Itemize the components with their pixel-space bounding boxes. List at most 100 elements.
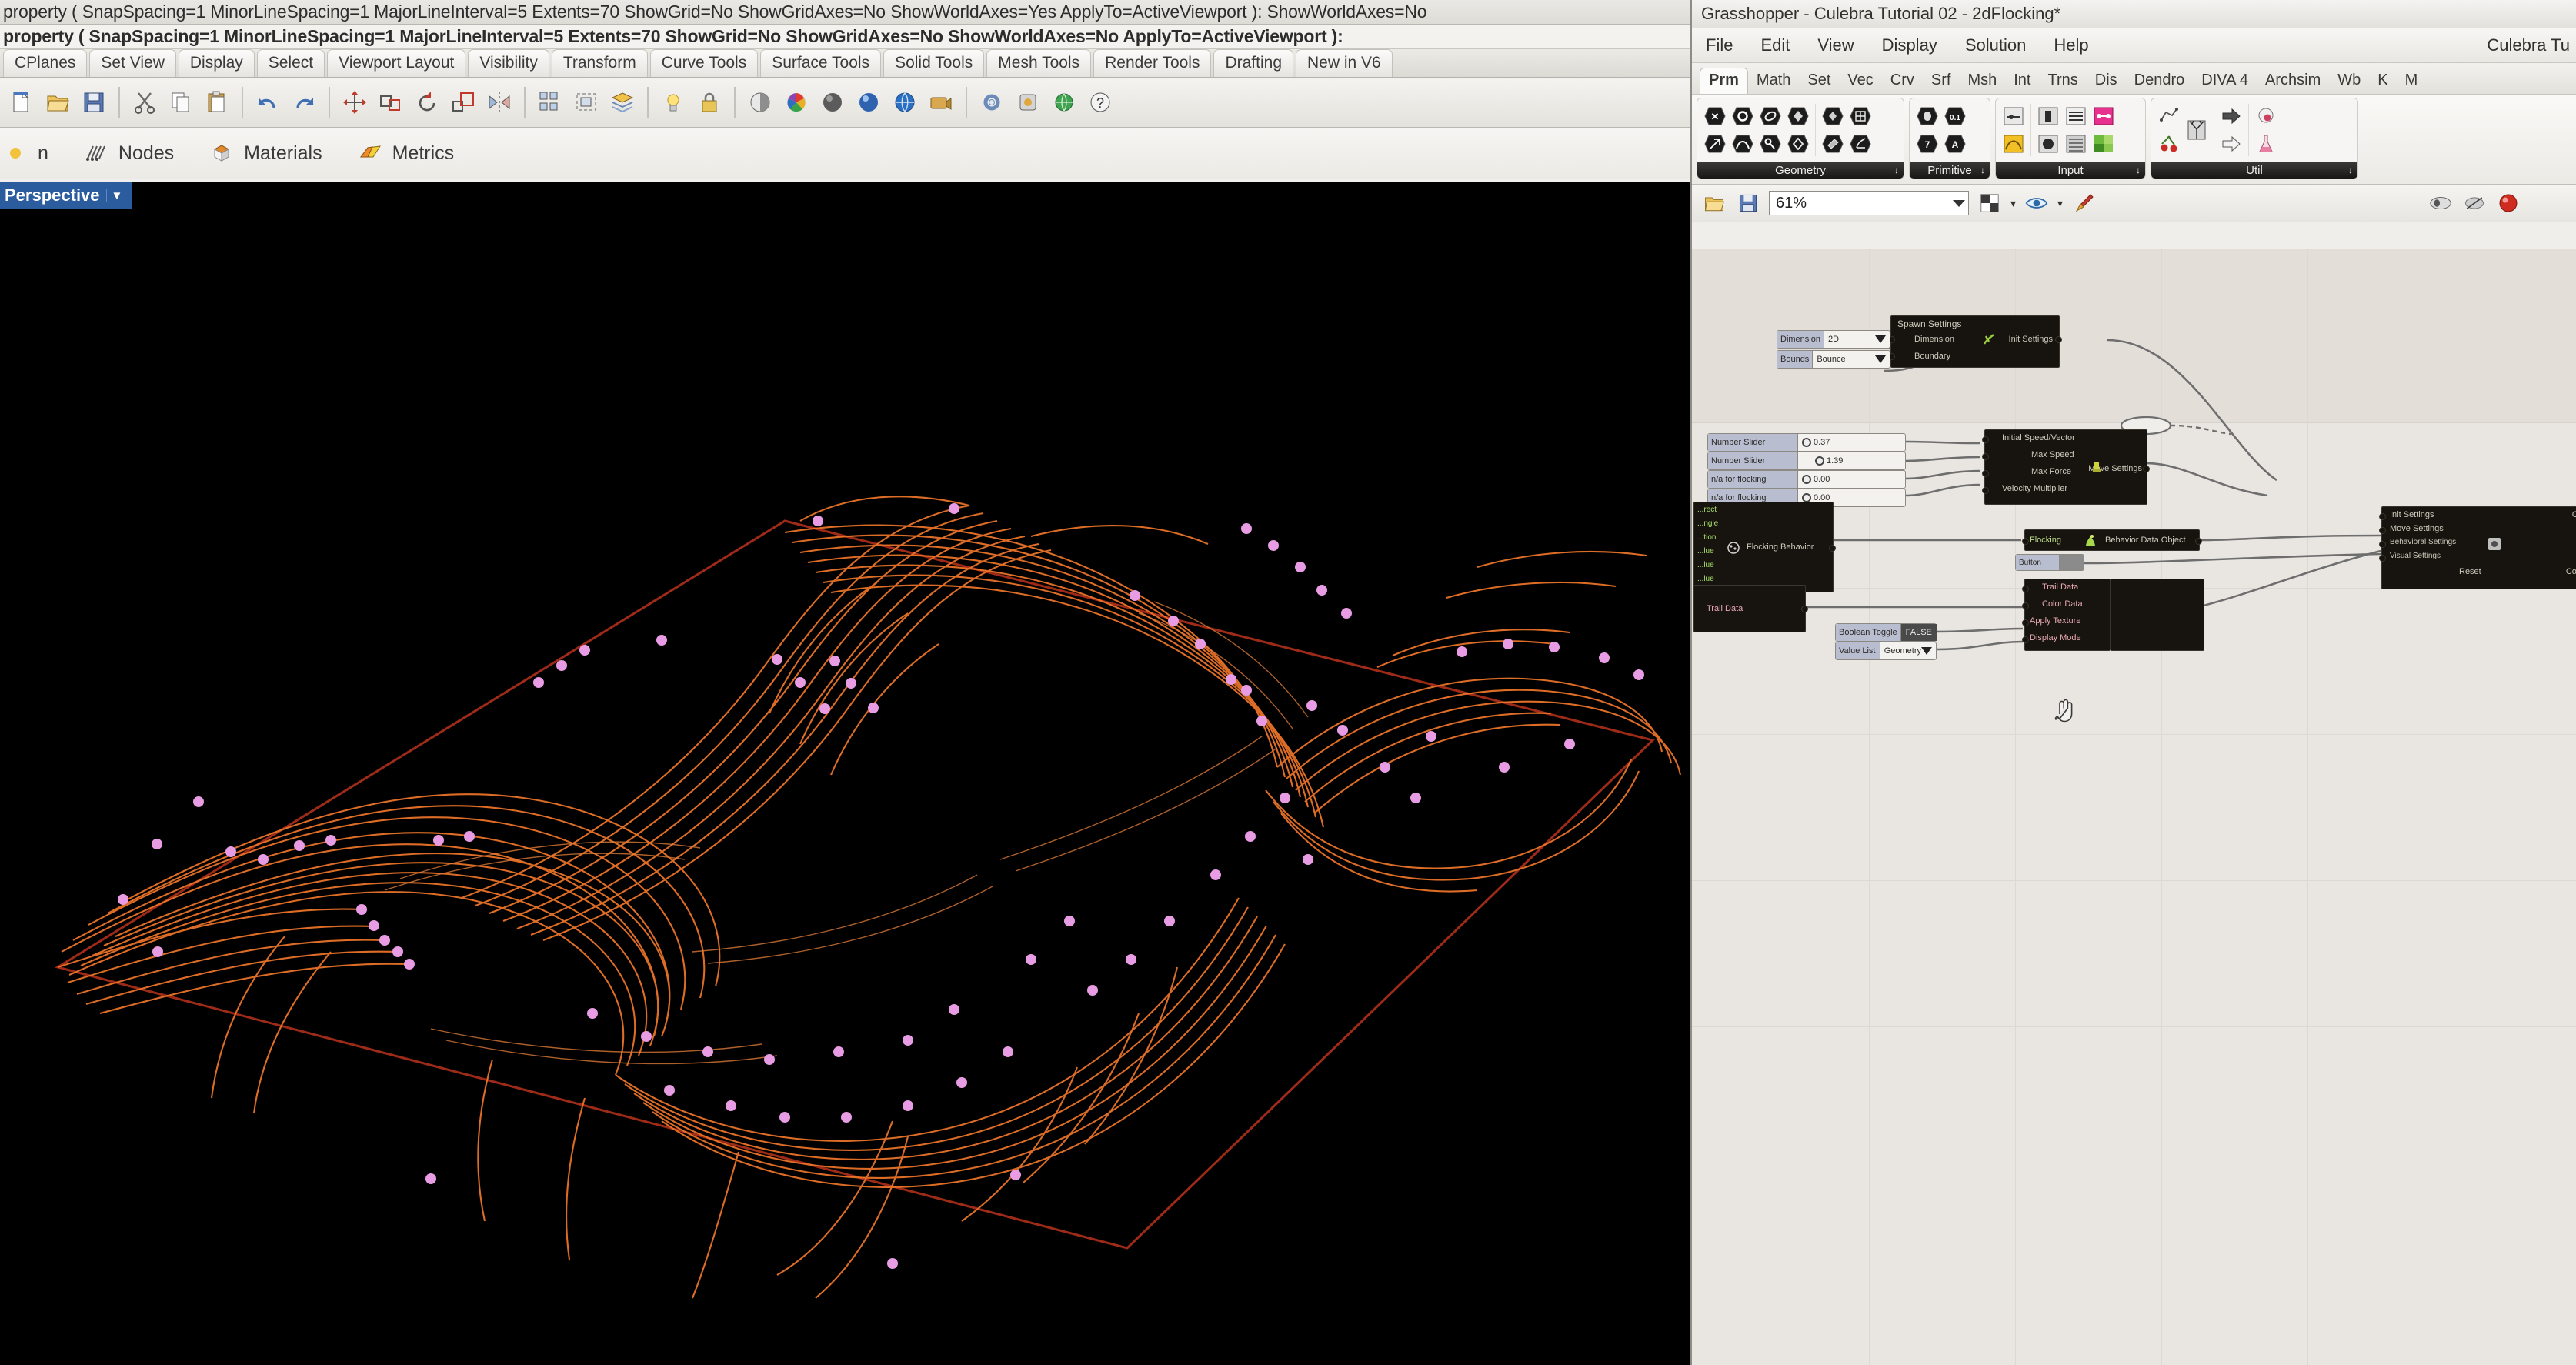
node-input-apply-texture[interactable]: Apply Texture (2030, 616, 2080, 626)
param-bounds-valuelist[interactable]: Bounds Bounce (1777, 350, 1890, 369)
input-port[interactable] (2379, 555, 2386, 562)
cluster-icon[interactable] (2156, 103, 2182, 129)
node-input-reset[interactable]: Reset (2459, 567, 2481, 576)
web-icon[interactable] (1047, 85, 1081, 119)
menu-view[interactable]: View (1817, 35, 1854, 55)
chevron-down-icon[interactable] (1921, 647, 1932, 655)
rotate-icon[interactable] (410, 85, 444, 119)
chevron-down-icon[interactable] (1953, 199, 1965, 207)
input-port[interactable] (2379, 541, 2386, 548)
ribbon-tab-crv[interactable]: Crv (1882, 68, 1923, 94)
param-boolean-toggle[interactable]: Boolean Toggle FALSE (1835, 623, 1937, 642)
param-slider-max-force[interactable]: Number Slider 1.39 (1707, 452, 1906, 470)
output-port[interactable] (2055, 336, 2062, 343)
plugin-icon[interactable] (1011, 85, 1045, 119)
primitive-number-icon[interactable]: 0.1 (1942, 103, 1968, 129)
light-icon[interactable] (656, 85, 690, 119)
geometry-param-subd-icon[interactable] (1847, 131, 1874, 157)
node-input-dimension[interactable]: Dimension (1914, 335, 1954, 344)
node-culebra-engine[interactable]: Init Settings Move Settings Behavioral S… (2379, 506, 2576, 589)
output-port[interactable] (2143, 466, 2150, 472)
button-face[interactable] (2060, 555, 2084, 570)
zoom-level-combobox[interactable]: 61% (1769, 191, 1969, 215)
new-file-icon[interactable] (5, 85, 38, 119)
tab-display[interactable]: Display (178, 49, 255, 77)
slider-knob[interactable] (1815, 456, 1824, 466)
redo-icon[interactable] (287, 85, 321, 119)
relay-icon[interactable] (2218, 131, 2244, 157)
param-button-reset[interactable]: Button (2015, 554, 2084, 571)
save-icon[interactable] (1735, 190, 1761, 216)
tab-drafting[interactable]: Drafting (1213, 49, 1293, 77)
node-move-settings[interactable]: Initial Speed/Vector Max Speed Max Force… (1982, 429, 2150, 505)
ribbon-tab-srf[interactable]: Srf (1923, 68, 1960, 94)
eye-icon[interactable] (2024, 190, 2050, 216)
output-port[interactable] (1829, 545, 1836, 552)
grasshopper-canvas[interactable]: Spawn Settings Dimension Boundary Init S… (1692, 249, 2576, 1365)
node-output-flocking-behavior[interactable]: Flocking Behavior (1747, 542, 1814, 552)
node-input-2[interactable]: ...ngle (1697, 519, 1718, 528)
node-input-display-mode[interactable]: Display Mode (2030, 633, 2081, 642)
node-input-color-data[interactable]: Color Data (2042, 599, 2083, 609)
array-icon[interactable] (533, 85, 567, 119)
button-icon[interactable] (2035, 131, 2061, 157)
toolbar-item-nodes[interactable]: Nodes (81, 138, 174, 169)
input-port[interactable] (2022, 538, 2029, 545)
undo-icon[interactable] (251, 85, 285, 119)
boolean-toggle-icon[interactable] (2035, 103, 2061, 129)
input-port[interactable] (1982, 470, 1989, 477)
ribbon-tab-prm[interactable]: Prm (1700, 68, 1748, 94)
viewport-title-bar[interactable]: Perspective ▼ (0, 182, 132, 209)
node-input-max-force[interactable]: Max Force (2031, 467, 2071, 476)
node-output-init-settings[interactable]: Init Settings (2009, 335, 2053, 344)
cherries-icon[interactable] (2156, 131, 2182, 157)
layer-icon[interactable] (606, 85, 639, 119)
tab-new-in-v6[interactable]: New in V6 (1296, 49, 1393, 77)
output-port[interactable] (1801, 606, 1808, 612)
camera-icon[interactable] (924, 85, 958, 119)
param-value[interactable]: 1.39 (1798, 456, 1905, 466)
profiler-icon[interactable] (2428, 190, 2454, 216)
group-expand-icon[interactable]: ↓ (2136, 165, 2141, 175)
data-tree-icon[interactable] (2184, 117, 2210, 143)
help-icon[interactable]: ? (1083, 85, 1117, 119)
primitive-text-icon[interactable]: A (1942, 131, 1968, 157)
move-icon[interactable] (338, 85, 372, 119)
ribbon-tab-dis[interactable]: Dis (2087, 68, 2126, 94)
param-slider-na-1[interactable]: n/a for flocking 0.00 (1707, 470, 1906, 489)
slider-knob[interactable] (1802, 475, 1811, 484)
disabled-preview-icon[interactable] (2461, 190, 2488, 216)
tab-viewport-layout[interactable]: Viewport Layout (327, 49, 466, 77)
input-port[interactable] (2022, 586, 2029, 592)
input-port[interactable] (1982, 487, 1989, 494)
ribbon-tab-diva4[interactable]: DIVA 4 (2193, 68, 2257, 94)
render-icon[interactable] (743, 85, 777, 119)
geometry-param-geometry-icon[interactable] (1820, 103, 1846, 129)
geometry-param-box-icon[interactable] (1785, 131, 1811, 157)
ribbon-tab-set[interactable]: Set (1799, 68, 1839, 94)
tab-select[interactable]: Select (256, 49, 325, 77)
chevron-down-icon[interactable]: ▼ (105, 189, 128, 202)
output-port[interactable] (2195, 538, 2202, 545)
save-icon[interactable] (77, 85, 111, 119)
node-visual-settings-body[interactable] (2111, 579, 2204, 651)
tab-set-view[interactable]: Set View (89, 49, 176, 77)
node-input-boundary[interactable]: Boundary (1914, 352, 1950, 361)
node-input-6[interactable]: ...lue (1697, 575, 1714, 583)
geometry-param-plane-icon[interactable] (1820, 131, 1846, 157)
group-icon[interactable] (569, 85, 603, 119)
node-input-visual-settings[interactable]: Visual Settings (2390, 552, 2441, 560)
node-visual-settings[interactable]: Trail Data Color Data Apply Texture Disp… (2022, 579, 2199, 651)
number-slider-icon[interactable] (2000, 103, 2027, 129)
lock-icon[interactable] (692, 85, 726, 119)
toolbar-item-sun[interactable]: n (0, 138, 48, 169)
node-behavior-data-object[interactable]: Flocking Behavior Data Object (2022, 529, 2202, 551)
sphere-shaded-icon[interactable] (816, 85, 849, 119)
param-value-list-display[interactable]: Value List Geometry (1835, 642, 1937, 660)
node-output-behavior-data-object[interactable]: Behavior Data Object (2105, 536, 2186, 545)
sphere-rendered-icon[interactable] (852, 85, 886, 119)
node-input-max-speed[interactable]: Max Speed (2031, 450, 2074, 459)
tab-cplanes[interactable]: CPlanes (3, 49, 88, 77)
geometry-param-circle-icon[interactable] (1730, 103, 1756, 129)
color-wheel-icon[interactable] (779, 85, 813, 119)
